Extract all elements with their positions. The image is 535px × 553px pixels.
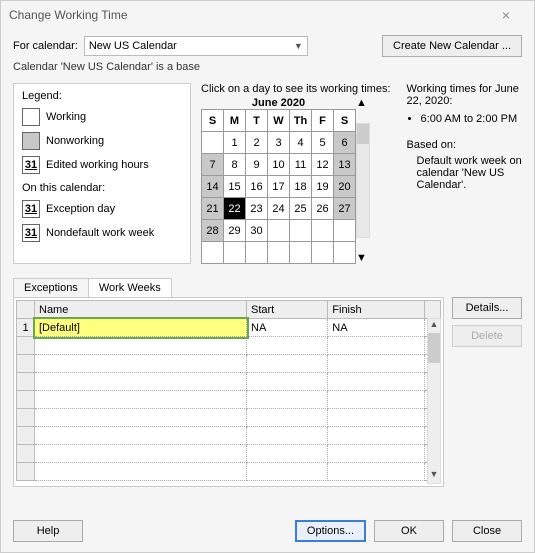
calendar-day[interactable]: 13	[334, 154, 356, 176]
legend-panel: Legend: Working Nonworking 31Edited work…	[13, 83, 191, 264]
calendar-day[interactable]: 17	[268, 176, 290, 198]
chevron-down-icon: ▼	[294, 41, 303, 51]
scroll-up-icon: ▲	[428, 319, 440, 333]
calendar-day[interactable]: 23	[246, 198, 268, 220]
calendar-hint: Click on a day to see its working times:	[201, 83, 391, 95]
calendar-month: June 2020	[201, 97, 356, 109]
col-name[interactable]: Name	[35, 301, 247, 319]
calendar-day[interactable]: 28	[202, 220, 224, 242]
calendar-day[interactable]: 14	[202, 176, 224, 198]
calendar-base-text: Calendar 'New US Calendar' is a base	[13, 61, 522, 73]
row-number: 1	[17, 319, 35, 337]
create-new-calendar-button[interactable]: Create New Calendar ...	[382, 35, 522, 57]
calendar-grid[interactable]: SMTWThFS 1234567891011121314151617181920…	[201, 109, 356, 264]
window-title: Change Working Time	[9, 8, 486, 22]
calendar-day[interactable]: 7	[202, 154, 224, 176]
titlebar: Change Working Time ×	[1, 1, 534, 29]
work-weeks-grid: Name Start Finish 1[Default]NANA ▲ ▼	[13, 297, 444, 487]
working-times-header: Working times for June 22, 2020:	[407, 83, 522, 107]
calendar-day[interactable]: 25	[290, 198, 312, 220]
legend-title: Legend:	[22, 90, 182, 102]
calendar-day[interactable]: 15	[224, 176, 246, 198]
calendar-day[interactable]: 24	[268, 198, 290, 220]
calendar-day[interactable]: 12	[312, 154, 334, 176]
calendar-day[interactable]: 19	[312, 176, 334, 198]
calendar-day[interactable]: 18	[290, 176, 312, 198]
calendar-day[interactable]: 20	[334, 176, 356, 198]
calendar-day	[246, 242, 268, 264]
calendar-day	[224, 242, 246, 264]
nondefault-swatch: 31	[22, 224, 40, 242]
working-swatch	[22, 108, 40, 126]
calendar-day	[202, 132, 224, 154]
tab-exceptions[interactable]: Exceptions	[13, 278, 89, 297]
calendar-day[interactable]: 11	[290, 154, 312, 176]
change-working-time-dialog: Change Working Time × For calendar: New …	[0, 0, 535, 553]
calendar-day[interactable]: 1	[224, 132, 246, 154]
calendar-day[interactable]: 2	[246, 132, 268, 154]
based-on-text: Default work week on calendar 'New US Ca…	[417, 155, 522, 191]
calendar-day[interactable]: 30	[246, 220, 268, 242]
calendar-day[interactable]: 3	[268, 132, 290, 154]
grid-scrollbar[interactable]: ▲ ▼	[427, 318, 441, 484]
close-button[interactable]: Close	[452, 520, 522, 542]
edited-swatch: 31	[22, 156, 40, 174]
calendar-day[interactable]: 22	[224, 198, 246, 220]
calendar-day[interactable]: 10	[268, 154, 290, 176]
calendar-day[interactable]: 6	[334, 132, 356, 154]
col-finish[interactable]: Finish	[328, 301, 425, 319]
calendar-select[interactable]: New US Calendar ▼	[84, 36, 308, 56]
nonworking-swatch	[22, 132, 40, 150]
details-button[interactable]: Details...	[452, 297, 522, 319]
calendar-day[interactable]: 21	[202, 198, 224, 220]
delete-button: Delete	[452, 325, 522, 347]
calendar-day[interactable]: 8	[224, 154, 246, 176]
ok-button[interactable]: OK	[374, 520, 444, 542]
col-rownum	[17, 301, 35, 319]
working-time-item: 6:00 AM to 2:00 PM	[421, 113, 522, 125]
calendar-day	[312, 242, 334, 264]
calendar-day[interactable]: 4	[290, 132, 312, 154]
calendar-day	[290, 242, 312, 264]
calendar-day	[268, 220, 290, 242]
start-cell[interactable]: NA	[247, 319, 328, 337]
calendar-prev-icon[interactable]: ▲	[356, 97, 370, 109]
scroll-down-icon: ▼	[428, 469, 440, 483]
calendar-select-value: New US Calendar	[89, 40, 177, 52]
calendar-day[interactable]: 27	[334, 198, 356, 220]
calendar-day[interactable]: 29	[224, 220, 246, 242]
calendar-scrollbar[interactable]	[356, 123, 370, 238]
calendar-day[interactable]: 16	[246, 176, 268, 198]
col-start[interactable]: Start	[247, 301, 328, 319]
calendar-day	[334, 242, 356, 264]
calendar-day	[312, 220, 334, 242]
name-cell[interactable]: [Default]	[35, 319, 247, 337]
based-on-label: Based on:	[407, 139, 522, 151]
help-button[interactable]: Help	[13, 520, 83, 542]
calendar-day[interactable]: 5	[312, 132, 334, 154]
calendar-day	[334, 220, 356, 242]
calendar-day[interactable]: 26	[312, 198, 334, 220]
finish-cell[interactable]: NA	[328, 319, 425, 337]
exception-swatch: 31	[22, 200, 40, 218]
close-icon[interactable]: ×	[486, 7, 526, 23]
calendar-day[interactable]: 9	[246, 154, 268, 176]
calendar-day	[202, 242, 224, 264]
calendar-day	[268, 242, 290, 264]
calendar-day	[290, 220, 312, 242]
calendar-next-icon[interactable]: ▼	[356, 252, 370, 264]
options-button[interactable]: Options...	[295, 520, 366, 542]
for-calendar-label: For calendar:	[13, 40, 78, 52]
on-this-calendar-label: On this calendar:	[22, 182, 182, 194]
tab-work-weeks[interactable]: Work Weeks	[88, 278, 172, 297]
